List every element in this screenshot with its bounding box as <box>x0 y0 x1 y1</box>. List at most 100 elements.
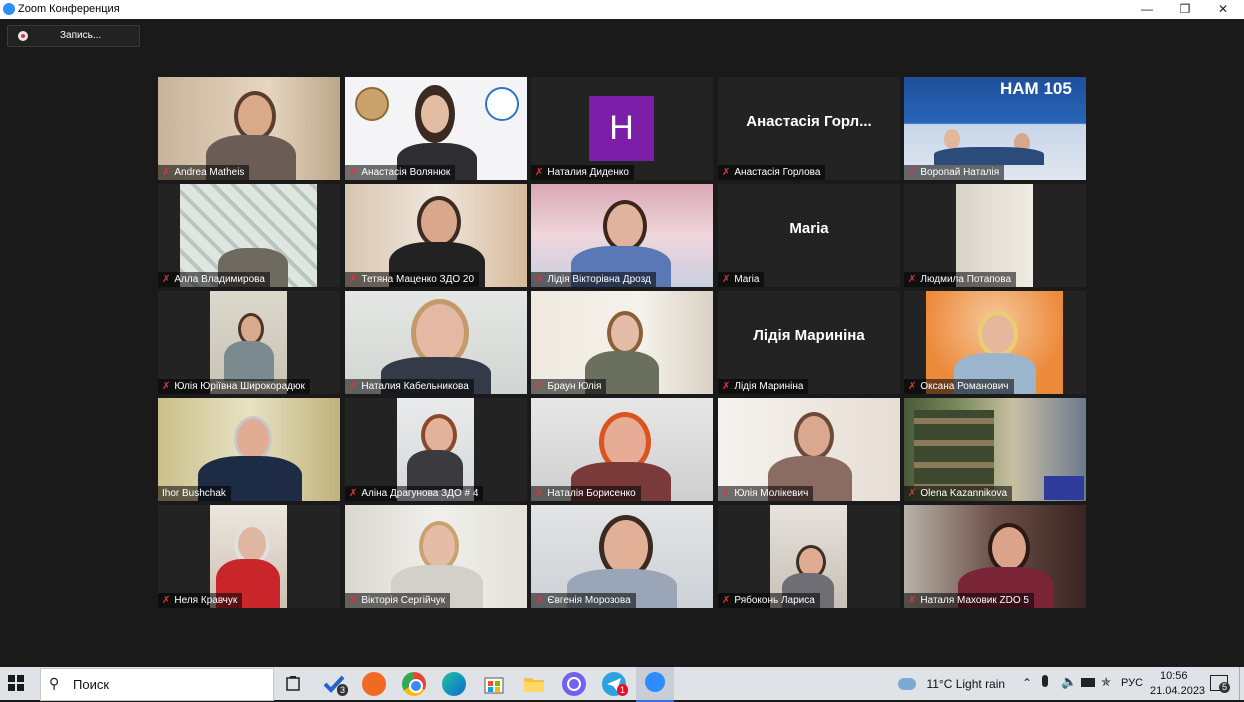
participant-tile[interactable]: ✗ Наталія Борисенко <box>531 398 713 501</box>
participant-tile[interactable]: ✗ Людмила Потапова <box>904 184 1086 287</box>
participant-name-label: ✗ Вікторія Сергійчук <box>345 593 451 608</box>
muted-mic-icon: ✗ <box>908 595 917 606</box>
muted-mic-icon: ✗ <box>722 595 731 606</box>
show-hidden-icons-button[interactable]: ⌃ <box>1022 676 1032 690</box>
participant-tile[interactable]: ✗ Olena Kazannikova <box>904 398 1086 501</box>
participant-name-label: ✗ Лідія Вікторівна Дрозд <box>531 272 656 287</box>
participant-name-label: ✗ Браун Юлія <box>531 379 607 394</box>
participant-name-label: ✗ Maria <box>718 272 765 287</box>
participant-tile[interactable]: ✗ Рябоконь Лариса <box>718 505 900 608</box>
start-button[interactable] <box>8 675 24 691</box>
muted-mic-icon: ✗ <box>535 167 544 178</box>
muted-mic-icon: ✗ <box>349 274 358 285</box>
participant-tile[interactable]: ✗ Оксана Романович <box>904 291 1086 394</box>
participant-tile[interactable]: ✗ Юлія Молікевич <box>718 398 900 501</box>
muted-mic-icon: ✗ <box>908 167 917 178</box>
window-title: Zoom Конференция <box>18 3 120 15</box>
participant-tile[interactable]: ✗ Аліна Драгунова ЗДО # 4 <box>345 398 527 501</box>
file-explorer-button[interactable] <box>522 672 546 696</box>
muted-mic-icon: ✗ <box>535 381 544 392</box>
edge-button[interactable] <box>442 672 466 696</box>
participant-tile[interactable]: ✗ Неля Кравчук <box>158 505 340 608</box>
zoom-taskbar-button[interactable] <box>636 667 674 702</box>
participant-display-name: Лідія Мариніна <box>753 327 865 344</box>
wifi-icon[interactable]: ✯ <box>1101 675 1111 689</box>
minimize-button[interactable]: — <box>1128 0 1166 19</box>
participant-name-label: ✗ Неля Кравчук <box>158 593 243 608</box>
recording-indicator[interactable]: Запись... <box>7 25 140 47</box>
participant-name-label: ✗ Воропай Наталія <box>904 165 1005 180</box>
participant-name-label: ✗ Andrea Matheis <box>158 165 250 180</box>
taskbar-search-input[interactable]: ⚲ Поиск <box>40 668 274 701</box>
muted-mic-icon: ✗ <box>349 488 358 499</box>
participant-name-label: ✗ Анастасія Горлова <box>718 165 826 180</box>
muted-mic-icon: ✗ <box>349 381 358 392</box>
gallery-view: ✗ Andrea Matheis ✗ Анастасія Волянюк H ✗ На… <box>158 77 1086 608</box>
participant-tile[interactable]: Maria ✗ Maria <box>718 184 900 287</box>
chrome-icon <box>409 679 423 693</box>
participant-name-label: ✗ Наталия Диденко <box>531 165 634 180</box>
store-icon <box>484 677 504 694</box>
window-title-bar: Zoom Конференция — ❐ ✕ <box>0 0 1244 19</box>
search-placeholder: Поиск <box>73 677 110 692</box>
participant-tile[interactable]: Анастасія Горл... ✗ Анастасія Горлова <box>718 77 900 180</box>
show-desktop-button[interactable] <box>1239 667 1244 700</box>
banner-text: HAM 105 <box>1000 79 1072 98</box>
participant-name-label: ✗ Анастасія Волянюк <box>345 165 456 180</box>
participant-tile[interactable]: ✗ Браун Юлія <box>531 291 713 394</box>
participant-tile[interactable]: H ✗ Наталия Диденко <box>531 77 713 180</box>
muted-mic-icon: ✗ <box>162 274 171 285</box>
close-button[interactable]: ✕ <box>1204 0 1242 19</box>
todo-badge: 3 <box>337 684 349 696</box>
volume-icon[interactable]: 🔈 <box>1061 674 1077 690</box>
battery-icon[interactable] <box>1081 678 1095 687</box>
muted-mic-icon: ✗ <box>722 274 731 285</box>
participant-tile[interactable]: Лідія Мариніна ✗ Лідія Мариніна <box>718 291 900 394</box>
folder-icon <box>524 678 544 692</box>
zoom-app-icon <box>3 3 15 15</box>
participant-tile[interactable]: ✗ Алла Владимирова <box>158 184 340 287</box>
clock-date[interactable]: 21.04.2023 <box>1150 685 1205 697</box>
muted-mic-icon: ✗ <box>722 381 731 392</box>
weather-text: 11°C Light rain <box>926 677 1006 691</box>
muted-mic-icon: ✗ <box>908 274 917 285</box>
notifications-button[interactable]: 5 <box>1210 675 1231 693</box>
participant-tile[interactable]: ✗ Наталя Маховик ZDO 5 <box>904 505 1086 608</box>
zoom-icon <box>645 672 665 692</box>
participant-display-name: Maria <box>789 220 829 237</box>
muted-mic-icon: ✗ <box>908 488 917 499</box>
microphone-icon[interactable] <box>1042 675 1048 687</box>
participant-tile[interactable]: ✗ Юлія Юріївна Широкорадюк <box>158 291 340 394</box>
record-icon <box>18 31 28 41</box>
task-view-button[interactable] <box>281 672 305 696</box>
telegram-button[interactable]: 1 <box>602 672 629 696</box>
participant-name-label: ✗ Юлія Юріївна Широкорадюк <box>158 379 310 394</box>
participant-name-label: ✗ Людмила Потапова <box>904 272 1017 287</box>
participant-name-label: ✗ Olena Kazannikova <box>904 486 1013 501</box>
participant-tile[interactable]: ✗ Євгенія Морозова <box>531 505 713 608</box>
participant-name-label: Ihor Bushchak <box>158 486 231 501</box>
participant-tile[interactable]: ✗ Тетяна Маценко ЗДО 20 <box>345 184 527 287</box>
participant-tile[interactable]: ✗ Вікторія Сергійчук <box>345 505 527 608</box>
participant-tile[interactable]: ✗ Анастасія Волянюк <box>345 77 527 180</box>
clock-time[interactable]: 10:56 <box>1160 670 1188 682</box>
store-button[interactable] <box>482 672 506 696</box>
phone-icon <box>567 677 581 691</box>
todo-app-button[interactable]: 3 <box>322 672 349 696</box>
viber-button[interactable] <box>562 672 586 696</box>
participant-tile[interactable]: ✗ Лідія Вікторівна Дрозд <box>531 184 713 287</box>
language-indicator[interactable]: РУС <box>1121 677 1143 689</box>
participant-tile[interactable]: HAM 105 ✗ Воропай Наталія <box>904 77 1086 180</box>
participant-tile[interactable]: ✗ Andrea Matheis <box>158 77 340 180</box>
telegram-badge: 1 <box>617 684 629 696</box>
participant-tile[interactable]: ✗ Наталия Кабельникова <box>345 291 527 394</box>
participant-tile-active-speaker[interactable]: Ihor Bushchak <box>158 398 340 501</box>
muted-mic-icon: ✗ <box>722 167 731 178</box>
restore-button[interactable]: ❐ <box>1166 0 1204 19</box>
app-orange-button[interactable] <box>362 672 386 696</box>
muted-mic-icon: ✗ <box>349 595 358 606</box>
participant-name-label: ✗ Оксана Романович <box>904 379 1014 394</box>
muted-mic-icon: ✗ <box>162 381 171 392</box>
chrome-button[interactable] <box>402 672 426 696</box>
weather-widget[interactable]: 11°C Light rain <box>898 675 1005 693</box>
